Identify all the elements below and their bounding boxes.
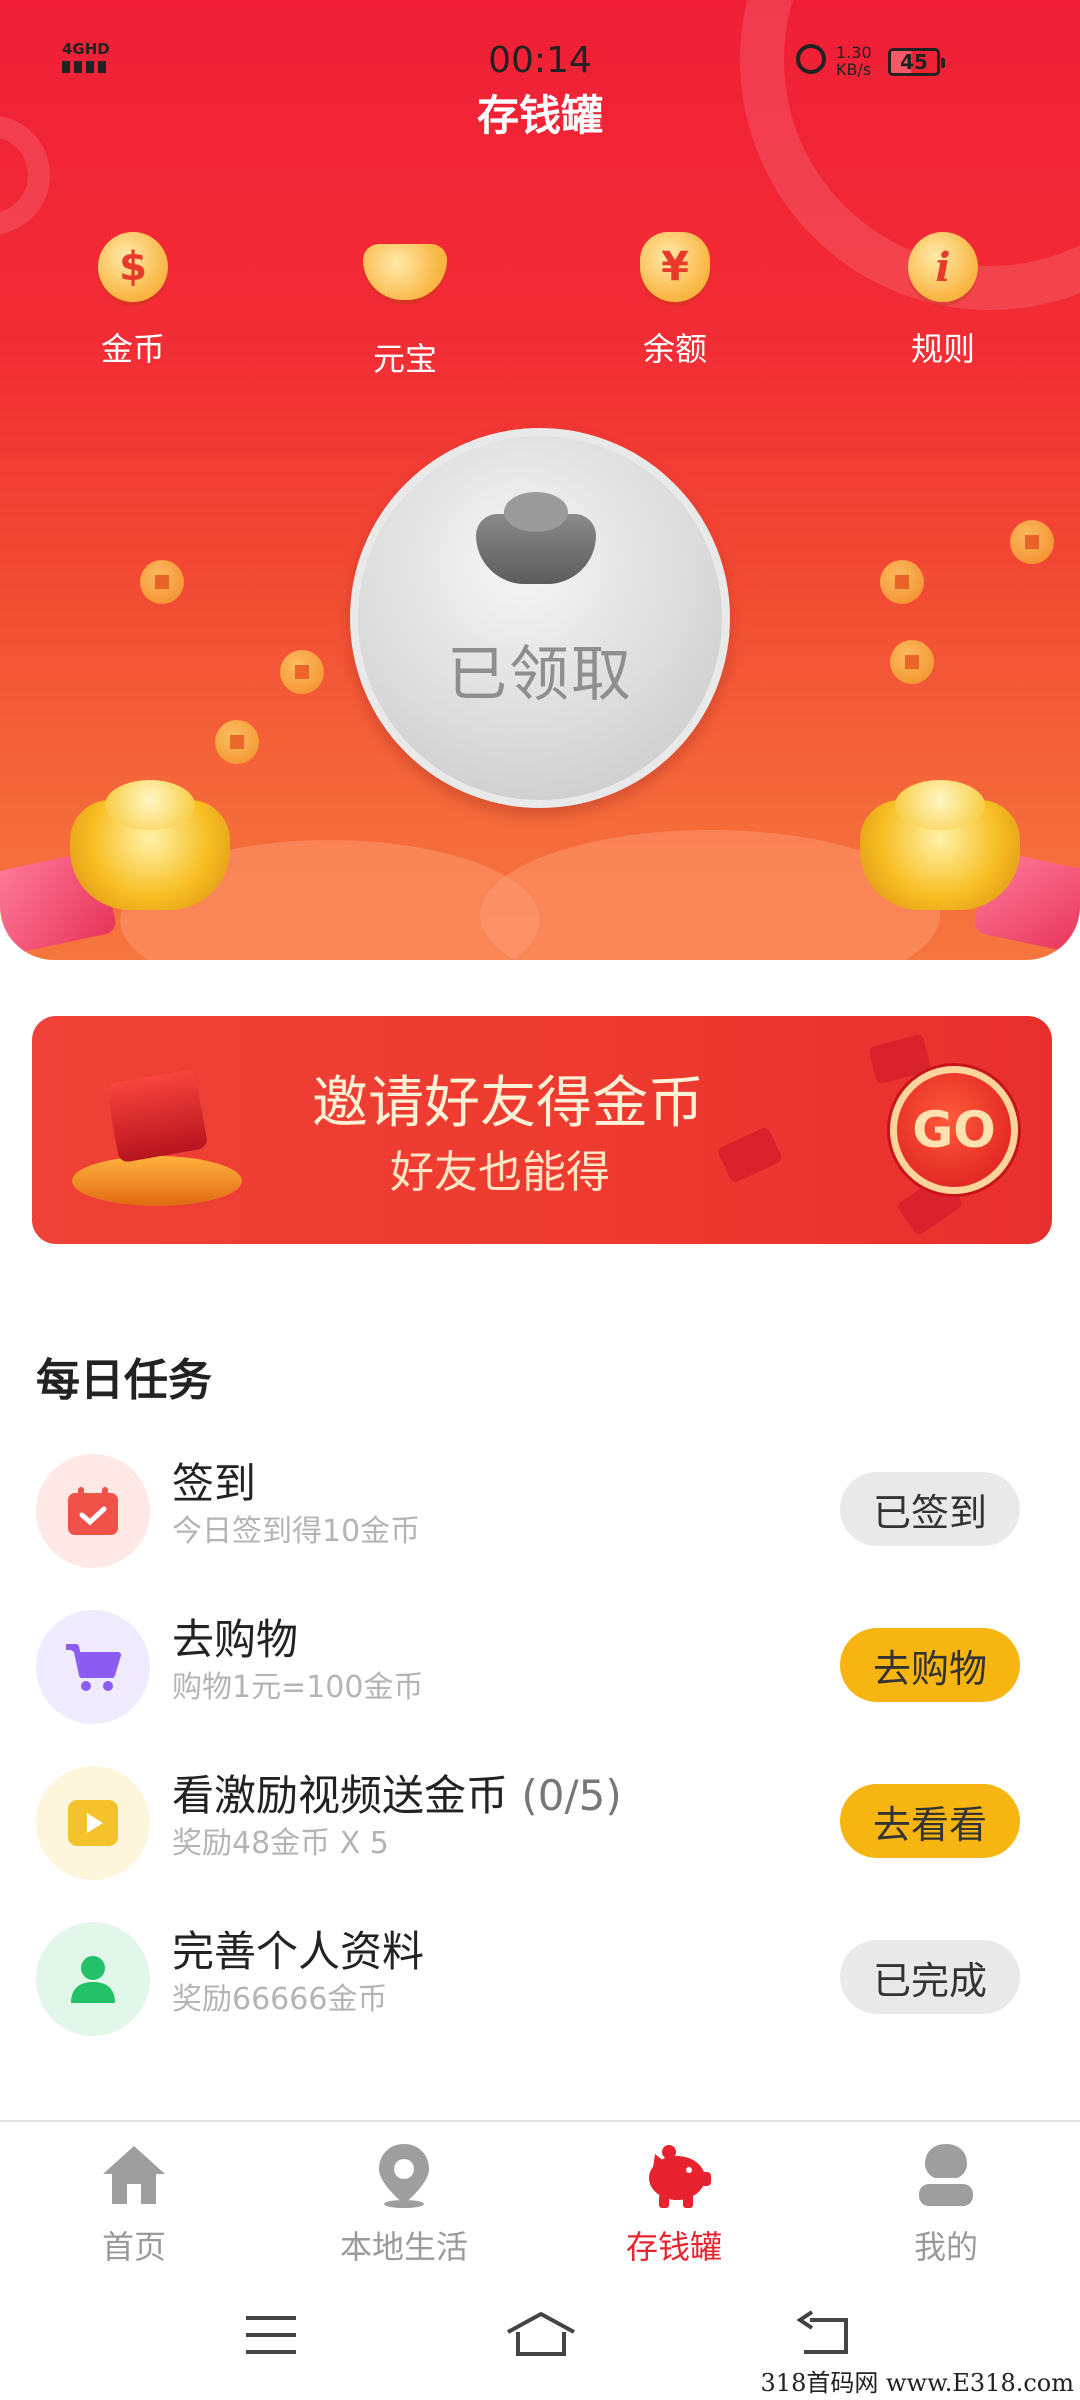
task-item-shopping: 去购物 购物1元=100金币 去购物 — [0, 1588, 1080, 1738]
watch-video-button[interactable]: 去看看 — [840, 1784, 1020, 1858]
daily-tasks-title: 每日任务 — [36, 1355, 212, 1406]
tab-label: 我的 — [913, 2228, 978, 2266]
status-bar: 4GHD 00:14 1.30 KB/s 45 — [0, 0, 1080, 90]
page-title: 存钱罐 — [476, 91, 603, 140]
task-desc: 奖励66666金币 — [172, 1982, 388, 2017]
info-icon: i — [908, 232, 978, 302]
go-button[interactable]: GO — [890, 1066, 1018, 1194]
shopping-cart-icon — [36, 1610, 150, 1724]
task-name: 看激励视频送金币 (0/5) — [172, 1771, 622, 1820]
tab-label: 本地生活 — [339, 2228, 468, 2266]
decor-coin — [215, 720, 259, 764]
quick-nav-balance[interactable]: ¥ 余额 — [600, 232, 750, 370]
dollar-coin-icon: $ — [98, 232, 168, 302]
user-icon — [911, 2140, 981, 2210]
red-envelope-icon — [716, 1125, 784, 1185]
gift-box-icon — [72, 1056, 242, 1206]
decor-gold-pile — [70, 780, 230, 910]
tab-label: 首页 — [101, 2228, 166, 2266]
back-icon[interactable] — [794, 2310, 854, 2360]
piggy-bank-icon — [639, 2140, 711, 2210]
menu-icon[interactable] — [242, 2310, 302, 2360]
task-item-profile: 完善个人资料 奖励66666金币 已完成 — [0, 1900, 1080, 2050]
video-play-icon — [36, 1766, 150, 1880]
claim-label: 已领取 — [447, 640, 633, 710]
tab-piggy-bank[interactable]: 存钱罐 — [574, 2140, 774, 2268]
quick-nav-rules[interactable]: i 规则 — [868, 232, 1018, 370]
invite-banner[interactable]: 邀请好友得金币 好友也能得 GO — [32, 1016, 1052, 1244]
quick-nav-coins[interactable]: $ 金币 — [58, 232, 208, 370]
tab-home[interactable]: 首页 — [34, 2140, 234, 2268]
task-item-checkin: 签到 今日签到得10金币 已签到 — [0, 1432, 1080, 1582]
silver-ingot-icon — [476, 492, 596, 584]
watermark: 318首码网 www.E318.com — [760, 2369, 1074, 2397]
tab-mine[interactable]: 我的 — [846, 2140, 1046, 2268]
quick-nav-label: 规则 — [910, 330, 975, 368]
banner-subline: 好友也能得 — [390, 1147, 610, 1198]
task-desc: 购物1元=100金币 — [172, 1670, 424, 1705]
banner-headline: 邀请好友得金币 — [312, 1071, 704, 1136]
decor-gold-pile — [860, 780, 1020, 910]
money-bag-icon: ¥ — [640, 232, 710, 302]
quick-nav-label: 金币 — [100, 330, 165, 368]
decor-coin — [880, 560, 924, 604]
quick-nav-label: 元宝 — [372, 340, 437, 378]
decor-coin — [280, 650, 324, 694]
bottom-tab-bar: 首页 本地生活 存钱罐 我的 — [0, 2120, 1080, 2270]
go-shopping-button[interactable]: 去购物 — [840, 1628, 1020, 1702]
hero-header: 4GHD 00:14 1.30 KB/s 45 存钱罐 $ 金币 元宝 ¥ 余额 … — [0, 0, 1080, 960]
task-desc: 今日签到得10金币 — [172, 1514, 421, 1549]
quick-nav-ingot[interactable]: 元宝 — [330, 232, 480, 380]
alarm-icon — [796, 44, 826, 74]
decor-coin — [1010, 520, 1054, 564]
tab-label: 存钱罐 — [625, 2228, 722, 2266]
home-icon — [99, 2140, 169, 2210]
tab-local-life[interactable]: 本地生活 — [304, 2140, 504, 2268]
decor-coin — [140, 560, 184, 604]
piggy-bank-screen: 4GHD 00:14 1.30 KB/s 45 存钱罐 $ 金币 元宝 ¥ 余额 … — [0, 0, 1080, 2400]
claim-button[interactable]: 已领取 — [350, 428, 730, 808]
user-profile-icon — [36, 1922, 150, 2036]
task-name: 去购物 — [172, 1615, 299, 1664]
battery-indicator: 45 — [888, 48, 945, 76]
task-desc: 奖励48金币 X 5 — [172, 1826, 389, 1861]
task-name: 签到 — [172, 1459, 257, 1508]
completed-button[interactable]: 已完成 — [840, 1940, 1020, 2014]
checked-in-button[interactable]: 已签到 — [840, 1472, 1020, 1546]
task-progress: (0/5) — [521, 1771, 622, 1820]
network-speed: 1.30 KB/s — [836, 43, 872, 79]
calendar-check-icon — [36, 1454, 150, 1568]
quick-nav-label: 余额 — [642, 330, 707, 368]
task-name: 完善个人资料 — [172, 1927, 425, 1976]
task-item-video: 看激励视频送金币 (0/5) 奖励48金币 X 5 去看看 — [0, 1744, 1080, 1894]
location-pin-icon — [369, 2140, 439, 2210]
gold-ingot-icon — [363, 244, 447, 300]
home-nav-icon[interactable] — [504, 2310, 578, 2360]
decor-coin — [890, 640, 934, 684]
